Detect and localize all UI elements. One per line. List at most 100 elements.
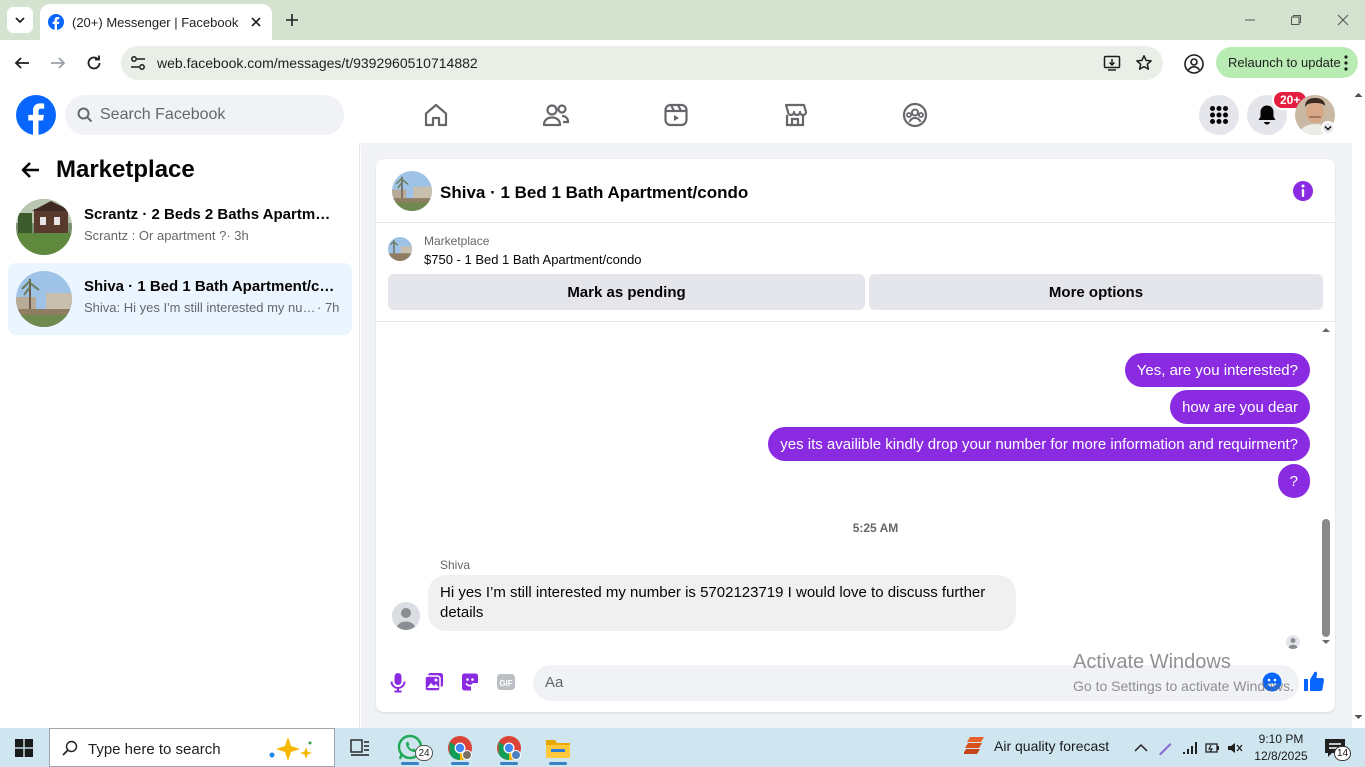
folder-icon bbox=[546, 740, 570, 758]
facebook-search-input[interactable]: Search Facebook bbox=[65, 95, 344, 135]
new-tab-button[interactable] bbox=[282, 10, 302, 30]
menu-button[interactable] bbox=[1199, 95, 1239, 135]
windows-logo-icon bbox=[15, 738, 33, 757]
listing-thumbnail-small[interactable] bbox=[388, 237, 412, 261]
conversation-time: · 3h bbox=[226, 228, 249, 243]
more-options-button[interactable]: More options bbox=[869, 274, 1323, 310]
outgoing-message[interactable]: ? bbox=[1277, 464, 1310, 498]
thumbs-up-icon[interactable] bbox=[1302, 669, 1326, 693]
taskbar-search-placeholder: Type here to search bbox=[88, 741, 221, 758]
close-window-button[interactable] bbox=[1331, 8, 1355, 32]
browser-tab-bar: (20+) Messenger | Facebook bbox=[0, 0, 1365, 40]
groups-icon bbox=[902, 102, 928, 128]
pen-icon[interactable] bbox=[1157, 740, 1173, 756]
tab-close-button[interactable] bbox=[246, 12, 266, 32]
sticker-icon[interactable] bbox=[459, 671, 481, 693]
taskbar-file-explorer[interactable] bbox=[541, 732, 575, 765]
scroll-down-arrow-icon[interactable] bbox=[1320, 637, 1332, 647]
house-photo-icon bbox=[16, 199, 72, 255]
restore-window-button[interactable] bbox=[1284, 8, 1308, 32]
back-button[interactable] bbox=[10, 51, 34, 75]
copilot-sparkle-icon bbox=[269, 737, 312, 761]
info-icon[interactable] bbox=[1292, 180, 1314, 202]
gif-icon[interactable]: GIF bbox=[495, 671, 517, 693]
chat-listing-thumbnail[interactable] bbox=[392, 171, 432, 211]
browser-tab-active[interactable]: (20+) Messenger | Facebook bbox=[40, 4, 272, 40]
message-input-placeholder: Aa bbox=[545, 674, 564, 691]
marketplace-sidebar: Marketplace Scrantz · 2 Beds 2 Baths Apa… bbox=[0, 143, 360, 728]
emoji-icon[interactable] bbox=[1262, 672, 1282, 692]
reload-button[interactable] bbox=[82, 51, 106, 75]
task-view-button[interactable] bbox=[343, 732, 377, 764]
apartment-photo-icon bbox=[388, 237, 412, 261]
nav-friends-button[interactable] bbox=[541, 100, 571, 130]
taskbar-chrome-2[interactable] bbox=[492, 732, 526, 765]
chat-title[interactable]: Shiva · 1 Bed 1 Bath Apartment/condo bbox=[440, 183, 748, 203]
nav-home-button[interactable] bbox=[421, 100, 451, 130]
outgoing-message[interactable]: Yes, are you interested? bbox=[1124, 353, 1310, 387]
bookmark-star-icon[interactable] bbox=[1135, 54, 1153, 72]
relaunch-to-update-button[interactable]: Relaunch to update bbox=[1216, 47, 1358, 78]
nav-video-button[interactable] bbox=[661, 100, 691, 130]
sender-avatar[interactable] bbox=[392, 602, 420, 630]
mark-as-pending-button[interactable]: Mark as pending bbox=[388, 274, 865, 310]
listing-title[interactable]: $750 - 1 Bed 1 Bath Apartment/condo bbox=[424, 252, 642, 267]
facebook-logo-icon[interactable] bbox=[16, 95, 56, 135]
account-menu-caret[interactable] bbox=[1321, 121, 1335, 135]
conversation-item-scrantz[interactable]: Scrantz · 2 Beds 2 Baths Apartment/condo… bbox=[8, 191, 352, 263]
battery-icon[interactable] bbox=[1204, 740, 1220, 756]
outgoing-message[interactable]: how are you dear bbox=[1170, 390, 1310, 424]
nav-groups-button[interactable] bbox=[900, 100, 930, 130]
volume-muted-icon[interactable] bbox=[1227, 740, 1243, 756]
nav-marketplace-button[interactable] bbox=[780, 100, 810, 130]
conversation-snippet: Scrantz : Or apartment ? bbox=[84, 228, 227, 243]
show-hidden-icons-chevron-icon[interactable] bbox=[1133, 740, 1149, 756]
system-clock[interactable]: 9:10 PM 12/8/2025 bbox=[1250, 731, 1312, 765]
menu-grid-icon bbox=[1210, 106, 1228, 124]
arrow-left-icon bbox=[14, 57, 29, 69]
svg-text:GIF: GIF bbox=[499, 679, 512, 688]
address-bar[interactable]: web.facebook.com/messages/t/939296051071… bbox=[121, 46, 1163, 80]
site-info-icon[interactable] bbox=[129, 54, 147, 72]
install-app-icon[interactable] bbox=[1103, 54, 1121, 72]
taskbar-chrome-1[interactable] bbox=[443, 732, 477, 765]
tab-search-button[interactable] bbox=[7, 7, 33, 33]
photo-attach-icon[interactable] bbox=[423, 671, 445, 693]
weather-text: Air quality forecast bbox=[994, 738, 1110, 754]
seen-indicator-avatar bbox=[1286, 635, 1300, 649]
forward-button[interactable] bbox=[46, 51, 70, 75]
active-app-indicator bbox=[549, 762, 567, 765]
taskbar-search-box[interactable]: Type here to search bbox=[49, 728, 335, 767]
minimize-icon bbox=[1245, 19, 1255, 21]
messages-scrollbar-thumb[interactable] bbox=[1322, 519, 1330, 637]
listing-thumbnail bbox=[16, 199, 72, 255]
reload-icon bbox=[87, 55, 101, 70]
search-placeholder: Search Facebook bbox=[100, 106, 226, 123]
incoming-message[interactable]: Hi yes I’m still interested my number is… bbox=[428, 575, 1016, 631]
network-icon[interactable] bbox=[1182, 740, 1198, 756]
message-input[interactable]: Aa bbox=[533, 665, 1299, 701]
conversation-item-shiva[interactable]: Shiva · 1 Bed 1 Bath Apartment/condo Shi… bbox=[8, 263, 352, 335]
page-scrollbar[interactable] bbox=[1352, 86, 1365, 728]
close-icon bbox=[1337, 14, 1349, 26]
browser-profile-icon[interactable] bbox=[1183, 53, 1205, 75]
clock-date: 12/8/2025 bbox=[1254, 749, 1308, 763]
home-icon bbox=[424, 103, 448, 127]
weather-widget[interactable]: Air quality forecast bbox=[964, 735, 1109, 757]
microphone-icon[interactable] bbox=[387, 671, 409, 693]
scroll-down-arrow-icon[interactable] bbox=[1352, 712, 1365, 722]
back-arrow-icon[interactable] bbox=[20, 160, 40, 180]
arrow-right-icon bbox=[51, 57, 66, 69]
conversation-snippet: Shiva: Hi yes I'm still interested my nu… bbox=[84, 300, 317, 315]
conversation-title: Scrantz · 2 Beds 2 Baths Apartment/condo bbox=[84, 206, 338, 223]
outgoing-message[interactable]: yes its availible kindly drop your numbe… bbox=[768, 427, 1310, 461]
scroll-up-arrow-icon[interactable] bbox=[1352, 90, 1365, 100]
facebook-favicon-icon bbox=[48, 14, 64, 30]
friends-icon bbox=[542, 104, 570, 127]
relaunch-label: Relaunch to update bbox=[1228, 55, 1341, 70]
message-timestamp: 5:25 AM bbox=[852, 521, 899, 535]
minimize-window-button[interactable] bbox=[1238, 8, 1262, 32]
scroll-up-arrow-icon[interactable] bbox=[1320, 325, 1332, 335]
video-icon bbox=[664, 103, 688, 127]
start-button[interactable] bbox=[0, 728, 48, 767]
